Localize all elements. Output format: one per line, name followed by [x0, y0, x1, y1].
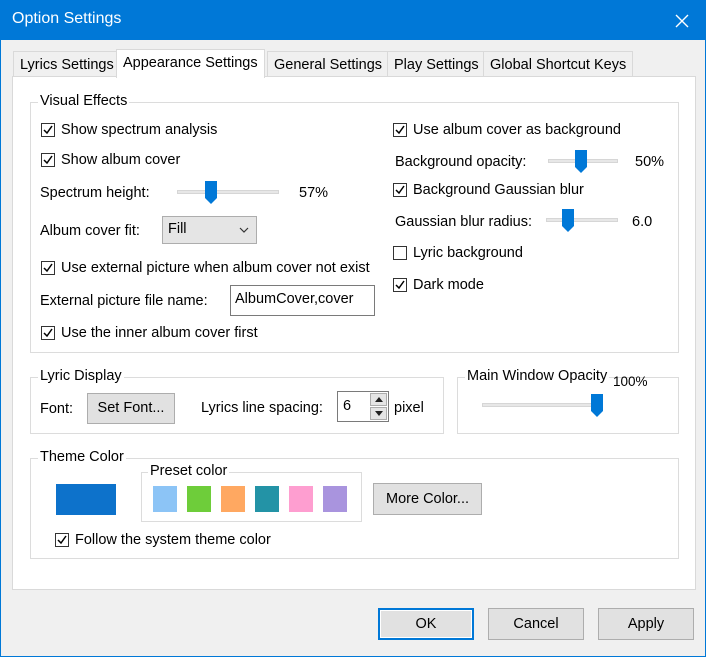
checkmark-icon — [43, 155, 53, 165]
album-cover-fit-label: Album cover fit: — [40, 223, 140, 239]
appearance-settings-panel: Visual Effects Show spectrum analysis Sh… — [12, 76, 696, 590]
tab-label: Lyrics Settings — [20, 57, 114, 73]
use-external-picture-label: Use external picture when album cover no… — [61, 260, 370, 276]
tab-global-shortcut-keys[interactable]: Global Shortcut Keys — [483, 51, 634, 77]
spin-up-button[interactable] — [370, 393, 387, 406]
blur-radius-slider[interactable] — [546, 218, 618, 222]
lyric-display-title: Lyric Display — [38, 368, 124, 384]
background-opacity-thumb[interactable] — [575, 150, 587, 174]
tab-lyrics-settings[interactable]: Lyrics Settings — [13, 51, 121, 77]
preset-color-swatch-2[interactable] — [187, 486, 211, 512]
checkmark-icon — [395, 125, 405, 135]
main-window-opacity-thumb[interactable] — [591, 394, 603, 418]
chevron-down-icon — [239, 227, 249, 233]
background-opacity-label: Background opacity: — [395, 154, 527, 170]
main-window-opacity-slider[interactable] — [482, 403, 602, 407]
cover-as-background-checkbox[interactable] — [393, 123, 407, 137]
checkmark-icon — [43, 125, 53, 135]
preset-color-swatch-6[interactable] — [323, 486, 347, 512]
set-font-button-label: Set Font... — [97, 400, 165, 416]
blur-radius-label: Gaussian blur radius: — [395, 214, 533, 230]
ok-button-label: OK — [415, 616, 437, 632]
checkmark-icon — [395, 280, 405, 290]
line-spacing-label: Lyrics line spacing: — [201, 400, 323, 416]
title-bar: Option Settings — [1, 1, 705, 40]
preset-color-swatch-4[interactable] — [255, 486, 279, 512]
external-file-name-label: External picture file name: — [40, 293, 208, 309]
tab-label: Appearance Settings — [123, 55, 258, 71]
show-spectrum-label: Show spectrum analysis — [61, 122, 218, 138]
more-color-button-label: More Color... — [386, 491, 469, 507]
background-opacity-value: 50% — [635, 154, 665, 170]
line-spacing-spinbox[interactable]: 6 — [337, 391, 389, 422]
show-album-cover-label: Show album cover — [61, 152, 181, 168]
ok-button[interactable]: OK — [378, 608, 474, 640]
blur-radius-thumb[interactable] — [562, 209, 574, 233]
option-settings-dialog: Option Settings Lyrics Settings Appearan… — [0, 0, 706, 657]
tab-label: Play Settings — [394, 57, 479, 73]
external-file-name-input[interactable]: AlbumCover,cover — [230, 285, 375, 316]
spectrum-height-value: 57% — [299, 185, 329, 201]
close-icon — [675, 14, 689, 27]
show-spectrum-checkbox[interactable] — [41, 123, 55, 137]
spectrum-height-thumb[interactable] — [205, 181, 217, 205]
preset-color-title: Preset color — [148, 463, 230, 479]
visual-effects-title: Visual Effects — [38, 93, 130, 109]
cover-as-background-label: Use album cover as background — [413, 122, 621, 138]
lyric-background-label: Lyric background — [413, 245, 523, 261]
checkmark-icon — [43, 328, 53, 338]
arrow-up-icon — [375, 397, 383, 402]
show-album-cover-checkbox[interactable] — [41, 153, 55, 167]
preset-color-swatch-1[interactable] — [153, 486, 177, 512]
checkmark-icon — [57, 535, 67, 545]
cancel-button-label: Cancel — [513, 616, 559, 632]
spin-down-button[interactable] — [370, 407, 387, 420]
set-font-button[interactable]: Set Font... — [87, 393, 175, 424]
album-cover-fit-value: Fill — [168, 221, 187, 237]
follow-system-theme-checkbox[interactable] — [55, 533, 69, 547]
dark-mode-label: Dark mode — [413, 277, 484, 293]
dark-mode-checkbox[interactable] — [393, 278, 407, 292]
blur-radius-value: 6.0 — [632, 214, 653, 230]
theme-color-title: Theme Color — [38, 449, 126, 465]
spectrum-height-label: Spectrum height: — [40, 185, 150, 201]
tab-label: General Settings — [274, 57, 383, 73]
tab-play-settings[interactable]: Play Settings — [387, 51, 486, 77]
album-cover-fit-select[interactable]: Fill — [162, 216, 257, 244]
arrow-down-icon — [375, 411, 383, 416]
spectrum-height-slider[interactable] — [177, 190, 279, 194]
apply-button-label: Apply — [627, 616, 665, 632]
external-file-name-value: AlbumCover,cover — [235, 291, 354, 307]
line-spacing-value: 6 — [343, 398, 352, 414]
follow-system-theme-label: Follow the system theme color — [75, 532, 271, 548]
gaussian-blur-label: Background Gaussian blur — [413, 182, 584, 198]
more-color-button[interactable]: More Color... — [373, 483, 482, 515]
checkmark-icon — [43, 263, 53, 273]
font-label: Font: — [40, 401, 74, 417]
window-title: Option Settings — [12, 10, 122, 27]
main-window-opacity-value: 100% — [613, 374, 648, 389]
lyric-background-checkbox[interactable] — [393, 246, 407, 260]
tab-label: Global Shortcut Keys — [490, 57, 627, 73]
preset-color-swatch-3[interactable] — [221, 486, 245, 512]
main-window-opacity-title: Main Window Opacity — [465, 368, 610, 384]
inner-cover-first-label: Use the inner album cover first — [61, 325, 258, 341]
tab-general-settings[interactable]: General Settings — [267, 51, 390, 77]
current-theme-color-swatch[interactable] — [56, 484, 116, 515]
inner-cover-first-checkbox[interactable] — [41, 326, 55, 340]
cancel-button[interactable]: Cancel — [488, 608, 584, 640]
apply-button[interactable]: Apply — [598, 608, 694, 640]
preset-color-swatch-5[interactable] — [289, 486, 313, 512]
close-button[interactable] — [659, 1, 705, 40]
tab-appearance-settings[interactable]: Appearance Settings — [116, 49, 265, 78]
use-external-picture-checkbox[interactable] — [41, 261, 55, 275]
checkmark-icon — [395, 185, 405, 195]
gaussian-blur-checkbox[interactable] — [393, 183, 407, 197]
spacing-unit-label: pixel — [394, 400, 424, 416]
